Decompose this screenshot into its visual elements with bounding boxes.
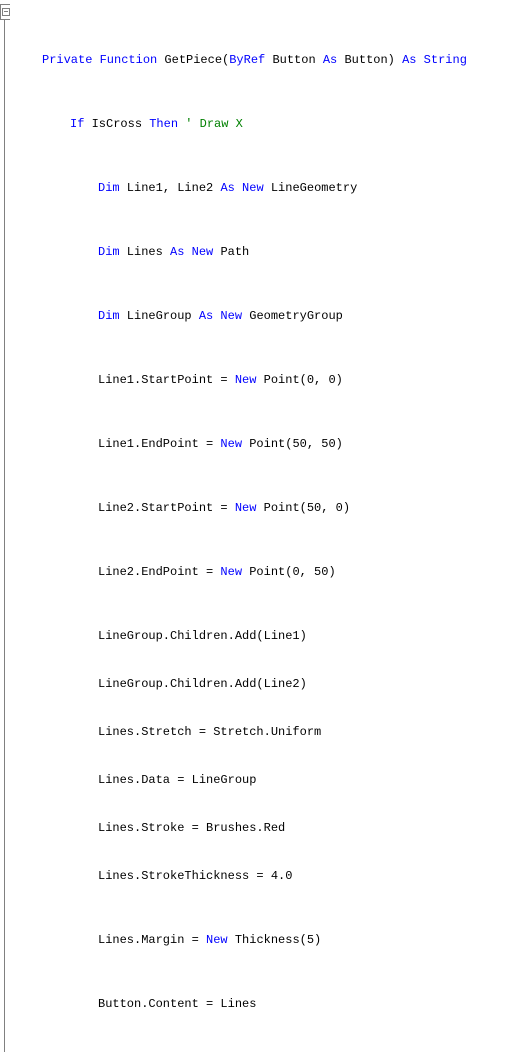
keyword: Private Function <box>42 53 157 67</box>
code-text: LineGroup.Children.Add(Line2) <box>98 677 307 691</box>
keyword: Dim <box>98 245 120 259</box>
keyword: As New <box>220 181 263 195</box>
code-line: LineGroup.Children.Add(Line2) <box>14 676 520 692</box>
keyword: New <box>206 933 228 947</box>
code-line: Line1.EndPoint = New Point(50, 50) <box>14 436 520 452</box>
code-text: LineGroup.Children.Add(Line1) <box>98 629 307 643</box>
code-line: Line1.StartPoint = New Point(0, 0) <box>14 372 520 388</box>
code-text: Button.Content = Lines <box>98 997 256 1011</box>
code-text: Point(50, 0) <box>256 501 350 515</box>
code-line: Lines.StrokeThickness = 4.0 <box>14 868 520 884</box>
code-text: Path <box>213 245 249 259</box>
fold-guide-line <box>4 20 5 1052</box>
code-text: Lines.Margin = <box>98 933 206 947</box>
code-line: Line2.StartPoint = New Point(50, 0) <box>14 500 520 516</box>
keyword: ByRef <box>229 53 265 67</box>
code-line: If IsCross Then ' Draw X <box>14 116 520 132</box>
code-line: Dim Lines As New Path <box>14 244 520 260</box>
keyword: New <box>235 501 257 515</box>
code-line: Dim Line1, Line2 As New LineGeometry <box>14 180 520 196</box>
code-text: Lines.Data = LineGroup <box>98 773 256 787</box>
code-text: LineGroup <box>120 309 199 323</box>
comment: ' Draw X <box>178 117 243 131</box>
keyword: As String <box>402 53 467 67</box>
code-text: Line1, Line2 <box>120 181 221 195</box>
code-line: Lines.Margin = New Thickness(5) <box>14 932 520 948</box>
code-text: Line1.EndPoint = <box>98 437 220 451</box>
code-line: Lines.Stretch = Stretch.Uniform <box>14 724 520 740</box>
code-text: Line1.StartPoint = <box>98 373 235 387</box>
keyword: If <box>70 117 84 131</box>
code-line: Lines.Stroke = Brushes.Red <box>14 820 520 836</box>
code-text: Line2.EndPoint = <box>98 565 220 579</box>
code-text: Point(50, 50) <box>242 437 343 451</box>
code-text: Button) <box>337 53 402 67</box>
keyword: As <box>323 53 337 67</box>
code-text: Lines.Stroke = Brushes.Red <box>98 821 285 835</box>
code-editor: Private Function GetPiece(ByRef Button A… <box>0 0 520 1052</box>
code-text: Button <box>265 53 323 67</box>
code-text: LineGeometry <box>264 181 358 195</box>
keyword: Then <box>149 117 178 131</box>
fold-toggle-icon[interactable] <box>0 4 10 20</box>
code-text: Lines.StrokeThickness = 4.0 <box>98 869 292 883</box>
code-text: GeometryGroup <box>242 309 343 323</box>
keyword: As New <box>199 309 242 323</box>
code-text: GetPiece( <box>157 53 229 67</box>
code-text: Point(0, 50) <box>242 565 336 579</box>
code-text: Lines.Stretch = Stretch.Uniform <box>98 725 321 739</box>
keyword: New <box>220 565 242 579</box>
code-text: Thickness(5) <box>228 933 322 947</box>
keyword: As New <box>170 245 213 259</box>
code-line: Private Function GetPiece(ByRef Button A… <box>14 52 520 68</box>
code-line: Dim LineGroup As New GeometryGroup <box>14 308 520 324</box>
code-text: Lines <box>120 245 170 259</box>
keyword: New <box>220 437 242 451</box>
code-text: Point(0, 0) <box>256 373 342 387</box>
code-text: IsCross <box>84 117 149 131</box>
code-text: Line2.StartPoint = <box>98 501 235 515</box>
code-line: Button.Content = Lines <box>14 996 520 1012</box>
keyword: New <box>235 373 257 387</box>
keyword: Dim <box>98 309 120 323</box>
keyword: Dim <box>98 181 120 195</box>
code-line: Line2.EndPoint = New Point(0, 50) <box>14 564 520 580</box>
code-line: LineGroup.Children.Add(Line1) <box>14 628 520 644</box>
code-block: Private Function GetPiece(ByRef Button A… <box>14 4 520 1052</box>
code-line: Lines.Data = LineGroup <box>14 772 520 788</box>
